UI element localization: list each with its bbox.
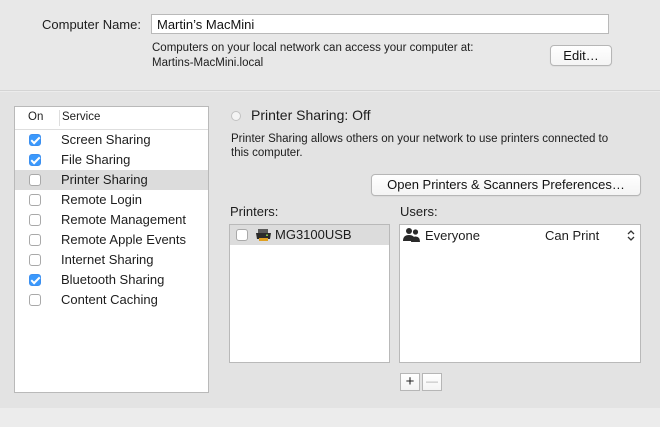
service-name: Remote Management (61, 212, 187, 227)
service-name: Remote Apple Events (61, 232, 187, 247)
service-checkbox[interactable] (29, 294, 41, 306)
remove-user-button[interactable]: — (422, 373, 442, 391)
service-checkbox[interactable] (29, 134, 41, 146)
printer-name: MG3100USB (275, 227, 352, 242)
status-indicator-icon (231, 111, 241, 121)
column-separator (59, 110, 60, 126)
service-checkbox[interactable] (29, 234, 41, 246)
service-checkbox[interactable] (29, 154, 41, 166)
user-row[interactable]: Everyone Can Print (400, 225, 640, 247)
chevron-up-down-icon[interactable] (627, 228, 635, 242)
open-printers-preferences-button[interactable]: Open Printers & Scanners Preferences… (371, 174, 641, 196)
service-row[interactable]: Printer Sharing (15, 170, 208, 190)
user-name: Everyone (425, 228, 480, 243)
service-row[interactable]: Remote Management (15, 210, 208, 230)
service-row[interactable]: Remote Login (15, 190, 208, 210)
service-row[interactable]: Internet Sharing (15, 250, 208, 270)
service-checkbox[interactable] (29, 274, 41, 286)
column-header-service[interactable]: Service (62, 111, 100, 123)
printers-list: MG3100USB (229, 224, 390, 363)
service-name: Content Caching (61, 292, 158, 307)
group-users-icon (403, 227, 421, 243)
users-list: Everyone Can Print (399, 224, 641, 363)
printer-icon (255, 228, 272, 242)
user-permission-select[interactable]: Can Print (545, 228, 599, 243)
computer-name-label: Computer Name: (42, 17, 141, 32)
printer-checkbox[interactable] (236, 229, 248, 241)
service-checkbox[interactable] (29, 254, 41, 266)
service-list: On Service Screen Sharing File Sharing Pri… (14, 106, 209, 393)
service-name: Remote Login (61, 192, 142, 207)
service-name: Printer Sharing (61, 172, 148, 187)
service-name: Screen Sharing (61, 132, 151, 147)
service-row[interactable]: File Sharing (15, 150, 208, 170)
hostname-text: Martins-MacMini.local (152, 57, 264, 69)
service-checkbox[interactable] (29, 174, 41, 186)
service-description-line2: this computer. (231, 147, 303, 159)
service-row[interactable]: Content Caching (15, 290, 208, 310)
service-row[interactable]: Bluetooth Sharing (15, 270, 208, 290)
bottom-strip (0, 408, 660, 427)
printers-label: Printers: (230, 204, 279, 219)
network-info-text: Computers on your local network can acce… (152, 42, 474, 54)
computer-name-field[interactable]: Martin’s MacMini (151, 14, 609, 34)
service-name: Internet Sharing (61, 252, 154, 267)
service-description-line1: Printer Sharing allows others on your ne… (231, 133, 609, 145)
service-list-header: On Service (15, 107, 208, 130)
service-row[interactable]: Screen Sharing (15, 130, 208, 150)
users-label: Users: (400, 204, 438, 219)
service-row[interactable]: Remote Apple Events (15, 230, 208, 250)
column-header-on[interactable]: On (28, 111, 43, 123)
service-name: File Sharing (61, 152, 131, 167)
service-status-title: Printer Sharing: Off (251, 107, 371, 123)
service-checkbox[interactable] (29, 194, 41, 206)
add-user-button[interactable]: + (400, 373, 420, 391)
printer-row[interactable]: MG3100USB (230, 225, 389, 245)
service-checkbox[interactable] (29, 214, 41, 226)
service-name: Bluetooth Sharing (61, 272, 165, 287)
edit-button[interactable]: Edit… (550, 45, 612, 66)
